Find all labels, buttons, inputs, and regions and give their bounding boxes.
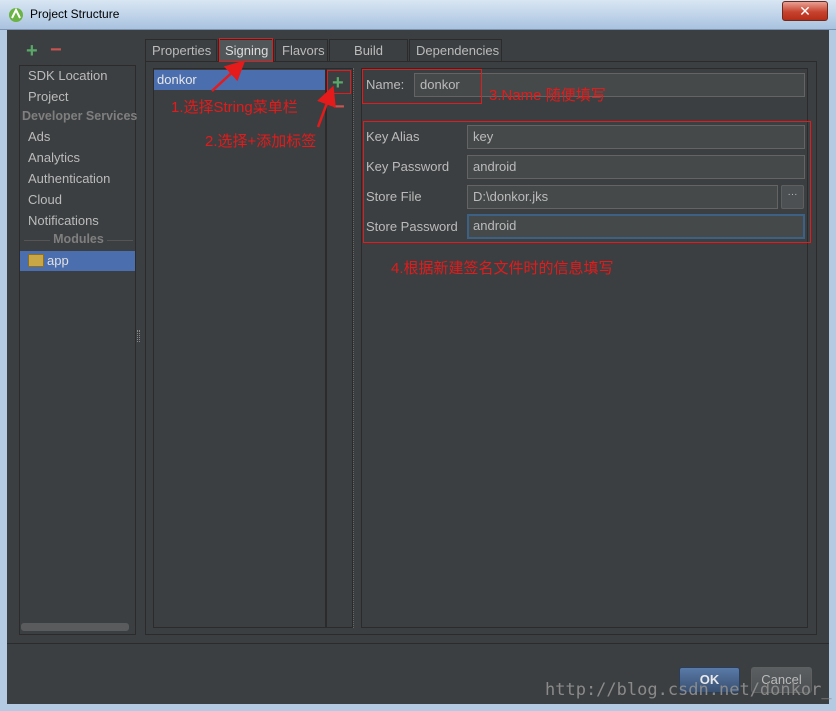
add-icon[interactable]: + <box>26 41 38 61</box>
annotation-note-1: 1.选择String菜单栏 <box>171 99 298 116</box>
sidebar-item-analytics[interactable]: Analytics <box>28 148 80 168</box>
annotation-note-3: 3.Name 随便填写 <box>489 87 606 104</box>
button-bar-divider <box>7 643 829 644</box>
sidebar-item-notifications[interactable]: Notifications <box>28 211 99 231</box>
remove-icon[interactable]: − <box>50 40 62 60</box>
title-bar: Project Structure ✕ <box>0 0 836 30</box>
sidebar-item-cloud[interactable]: Cloud <box>28 190 62 210</box>
splitter-handle[interactable] <box>137 330 140 342</box>
watermark: http://blog.csdn.net/donkor_ <box>545 680 832 700</box>
close-button[interactable]: ✕ <box>782 1 828 21</box>
tab-dependencies[interactable]: Dependencies <box>409 39 502 61</box>
annotation-note-2: 2.选择+添加标签 <box>205 133 317 150</box>
window-title: Project Structure <box>30 7 120 21</box>
modules-header: Modules <box>20 232 137 246</box>
android-studio-icon <box>9 7 23 22</box>
developer-services-header: Developer Services <box>22 109 138 123</box>
annotation-box-name <box>362 69 482 104</box>
sidebar-item-app[interactable]: app <box>20 251 135 271</box>
module-folder-icon <box>28 254 44 267</box>
sidebar-item-authentication[interactable]: Authentication <box>28 169 110 189</box>
list-toolbar: + − <box>326 68 353 628</box>
sidebar-item-sdk-location[interactable]: SDK Location <box>28 66 108 86</box>
annotation-note-4: 4.根据新建签名文件时的信息填写 <box>391 260 614 277</box>
sidebar-item-ads[interactable]: Ads <box>28 127 50 147</box>
signing-config-list: donkor <box>153 68 326 628</box>
arrow-to-add-button <box>316 85 336 128</box>
sidebar-scrollbar[interactable] <box>21 623 129 631</box>
sidebar: SDK Location Project Developer Services … <box>19 65 138 635</box>
arrow-to-signing-tab <box>211 60 246 92</box>
sidebar-item-project[interactable]: Project <box>28 87 68 107</box>
panel-divider[interactable] <box>353 68 361 628</box>
sidebar-item-app-label: app <box>47 253 69 268</box>
annotation-box-fields <box>363 121 811 243</box>
